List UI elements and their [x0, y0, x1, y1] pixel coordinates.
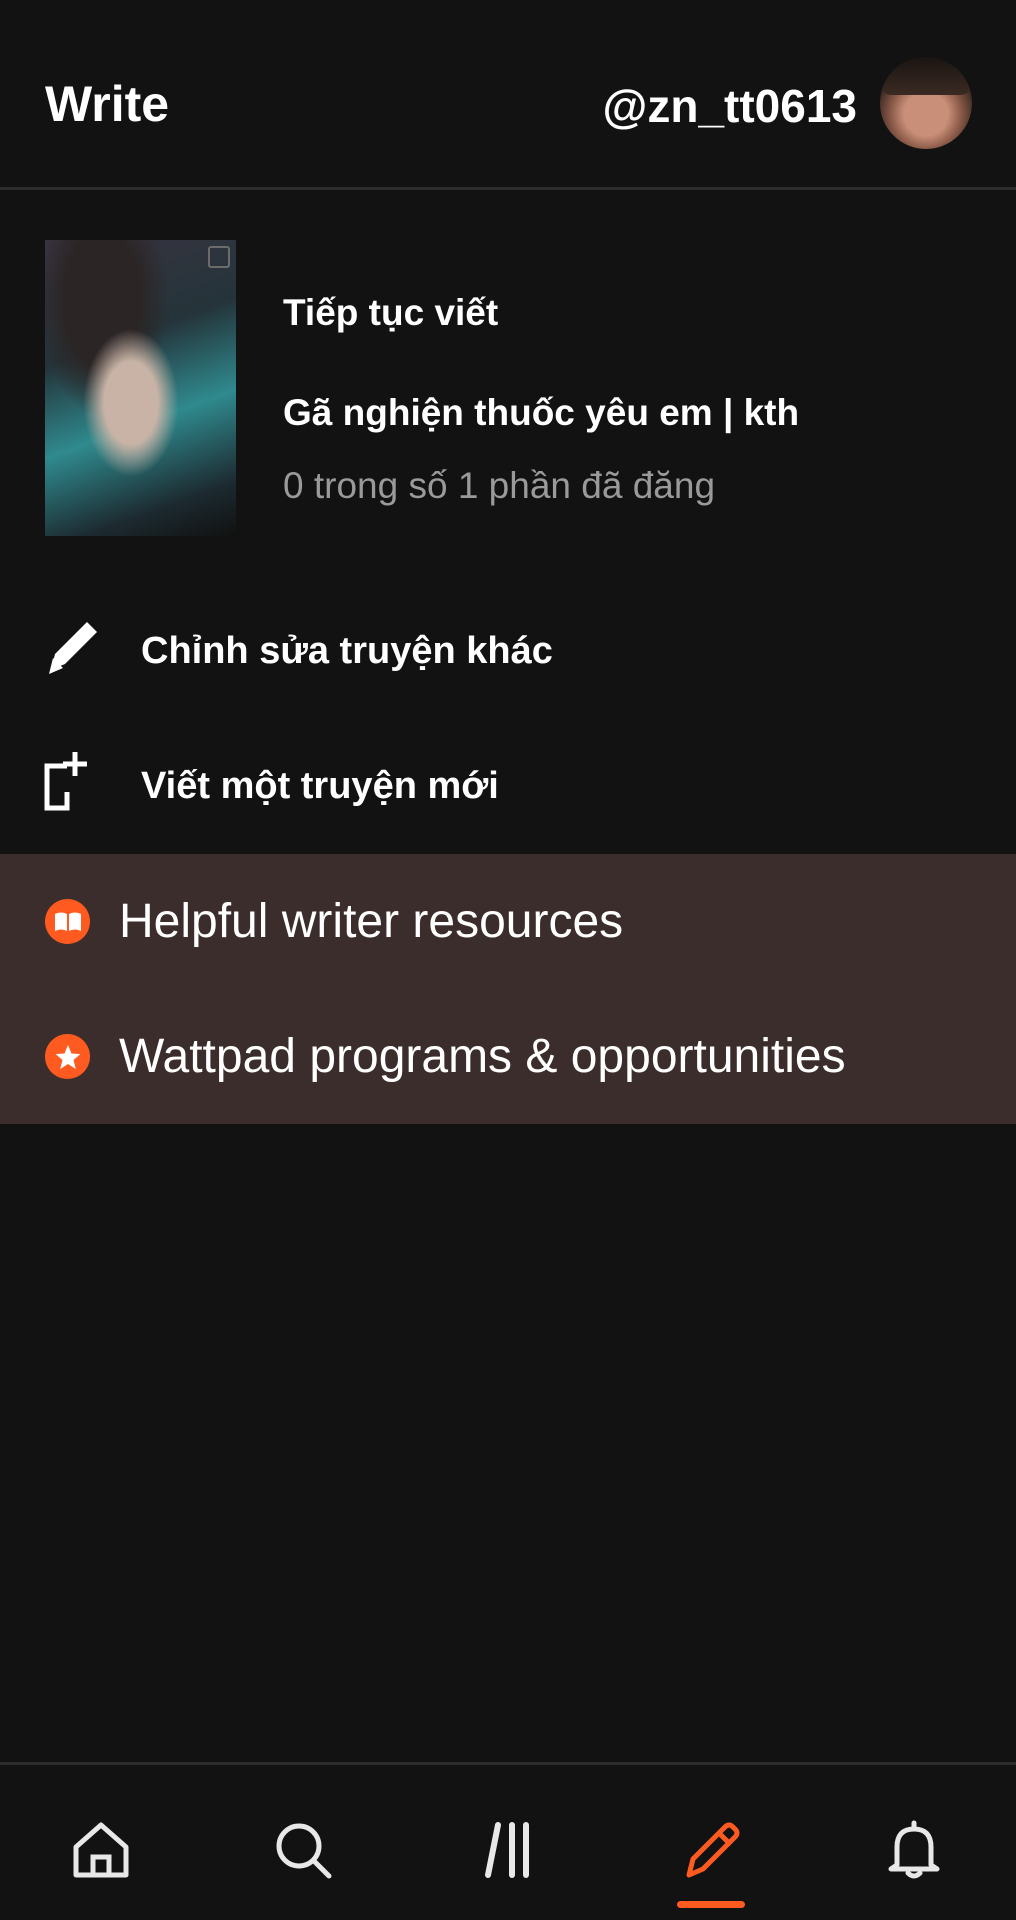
continue-writing-label: Tiếp tục viết: [283, 292, 499, 333]
username[interactable]: @zn_tt0613: [602, 78, 857, 134]
avatar-hair: [880, 57, 972, 95]
top-app-bar: Write @zn_tt0613: [0, 0, 1016, 190]
page-title: Write: [45, 76, 170, 132]
edit-other-story-label: Chỉnh sửa truyện khác: [141, 630, 553, 672]
nav-write[interactable]: [677, 1815, 747, 1885]
wattpad-programs-item[interactable]: Wattpad programs & opportunities: [0, 989, 1016, 1124]
nav-notifications[interactable]: [879, 1815, 949, 1885]
nav-library[interactable]: [476, 1815, 546, 1885]
story-status: 0 trong số 1 phần đã đăng: [283, 465, 716, 506]
story-cover-image[interactable]: [45, 240, 236, 536]
nav-home[interactable]: [66, 1815, 136, 1885]
bottom-navigation: [0, 1762, 1016, 1920]
book-icon: [45, 899, 90, 944]
write-new-story-label: Viết một truyện mới: [141, 765, 499, 807]
story-title[interactable]: Gã nghiện thuốc yêu em | kth: [283, 390, 799, 436]
active-tab-indicator: [677, 1901, 745, 1908]
writer-resources-section: Helpful writer resources Wattpad program…: [0, 854, 1016, 1124]
home-icon: [73, 1822, 129, 1878]
library-icon: [485, 1822, 529, 1878]
pencil-icon: [43, 614, 103, 685]
search-icon: [276, 1823, 332, 1879]
star-icon: [45, 1034, 90, 1079]
helpful-writer-resources-label: Helpful writer resources: [119, 895, 624, 948]
helpful-writer-resources-item[interactable]: Helpful writer resources: [0, 854, 1016, 989]
wattpad-programs-label: Wattpad programs & opportunities: [119, 1030, 846, 1083]
nav-search[interactable]: [268, 1815, 338, 1885]
cover-mark: [208, 246, 230, 268]
write-new-story-button[interactable]: Viết một truyện mới: [0, 730, 1016, 840]
edit-other-story-button[interactable]: Chỉnh sửa truyện khác: [0, 596, 1016, 706]
pencil-icon: [686, 1822, 740, 1878]
new-document-icon: [43, 748, 89, 819]
avatar[interactable]: [880, 57, 972, 149]
continue-writing-card[interactable]: Tiếp tục viết Gã nghiện thuốc yêu em | k…: [0, 230, 1016, 550]
bell-icon: [888, 1820, 940, 1879]
